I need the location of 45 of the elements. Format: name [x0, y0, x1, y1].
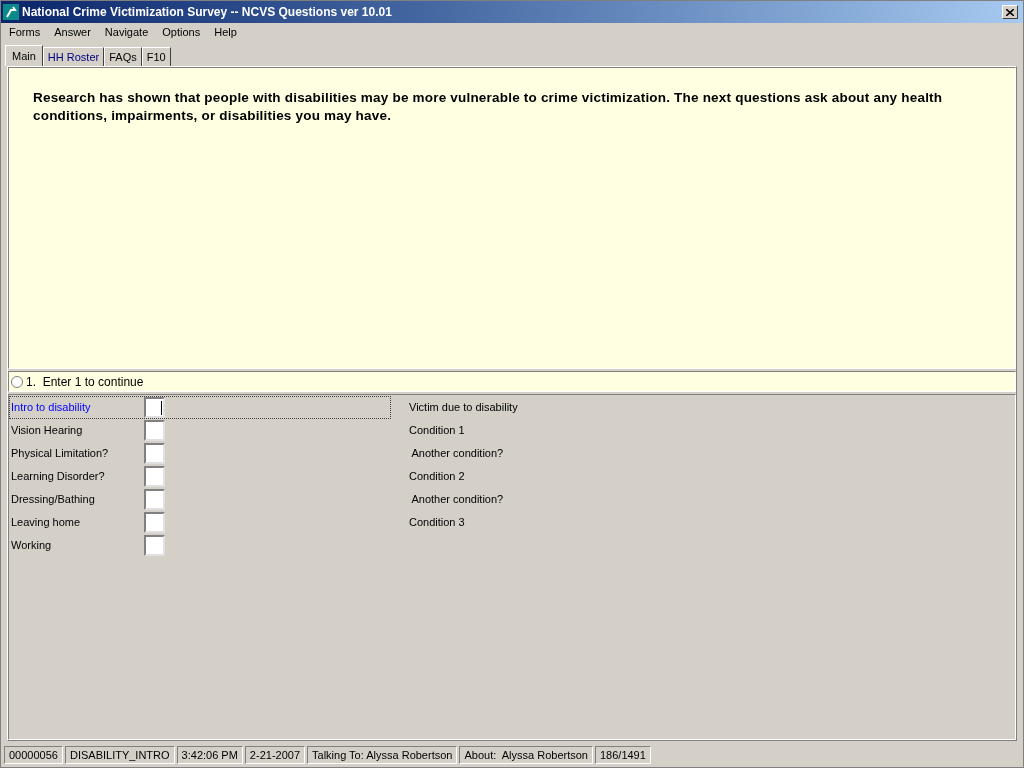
tab[interactable]: Main: [5, 45, 43, 66]
field-label: Working: [10, 538, 53, 554]
window-title: National Crime Victimization Survey -- NCVS Questions ver 10.01: [22, 4, 392, 21]
field-row[interactable]: Dressing/Bathing: [9, 488, 391, 511]
menu-item[interactable]: Options: [155, 24, 208, 41]
menu-item[interactable]: Navigate: [97, 24, 156, 41]
field-row[interactable]: Physical Limitation?: [9, 442, 391, 465]
tab[interactable]: HH Roster: [42, 47, 105, 66]
field-label: Physical Limitation?: [10, 446, 110, 462]
radio-button[interactable]: [11, 375, 23, 388]
field-label: Victim due to disability: [409, 400, 518, 416]
status-field: Talking To: Alyssa Robertson: [307, 746, 458, 764]
field-row[interactable]: Intro to disability: [9, 396, 391, 419]
status-field: 186/1491: [594, 746, 651, 764]
field-label: Vision Hearing: [10, 423, 84, 439]
status-field: About: Alyssa Robertson: [459, 746, 593, 764]
menu-item[interactable]: Help: [207, 24, 244, 41]
answer-box[interactable]: [144, 397, 165, 418]
field-label: Another condition?: [410, 446, 504, 462]
tab[interactable]: FAQs: [104, 47, 142, 66]
field-label: Intro to disability: [10, 400, 92, 416]
field-label: Condition 3: [409, 515, 465, 531]
field-row[interactable]: Vision Hearing: [9, 419, 391, 442]
question-text: Research has shown that people with disabilities may be more vulnerable to crime victimization. The next questions ask about any health conditions, impairments, or disabilities you may have.: [33, 89, 944, 125]
field-label: Another condition?: [410, 492, 504, 508]
status-field: DISABILITY_INTRO: [64, 746, 175, 764]
app-icon: [3, 4, 19, 20]
tab[interactable]: F10: [141, 47, 171, 66]
field-label: Leaving home: [10, 515, 82, 531]
menu-item[interactable]: Answer: [47, 24, 98, 41]
field-label: Learning Disorder?: [10, 469, 106, 485]
status-field: 3:42:06 PM: [176, 746, 243, 764]
field-label: Condition 1: [409, 423, 465, 439]
status-field: 00000056: [4, 746, 63, 764]
status-field: 2-21-2007: [244, 746, 305, 764]
close-icon: [1006, 8, 1014, 16]
field-row[interactable]: Learning Disorder?: [9, 465, 391, 488]
field-row[interactable]: Working: [9, 534, 391, 557]
field-label: Dressing/Bathing: [10, 492, 96, 508]
field-label: Condition 2: [409, 469, 465, 485]
close-button[interactable]: [1002, 5, 1018, 19]
field-row[interactable]: Leaving home: [9, 511, 391, 534]
answer-label: 1. Enter 1 to continue: [26, 373, 144, 391]
menu-item[interactable]: Forms: [2, 24, 48, 41]
answer-option[interactable]: 1. Enter 1 to continue: [8, 371, 1016, 392]
